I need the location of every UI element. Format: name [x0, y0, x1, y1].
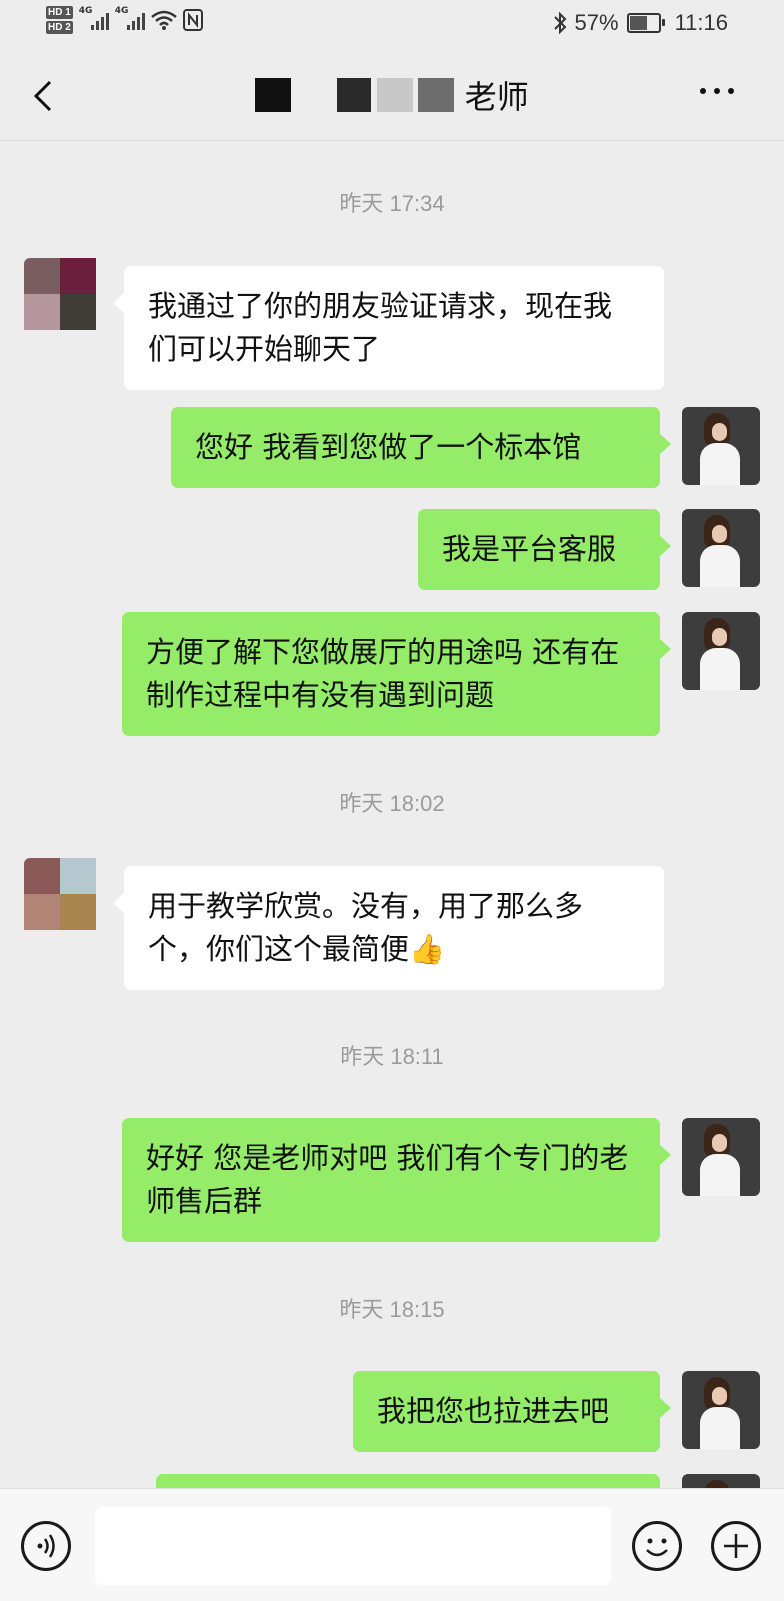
redacted-name-block	[296, 78, 332, 112]
outgoing-message[interactable]: 好好 您是老师对吧 我们有个专门的老师售后群	[122, 1118, 671, 1242]
redacted-name-block	[337, 78, 372, 112]
message-input[interactable]	[95, 1507, 611, 1585]
battery-icon	[626, 13, 665, 33]
clock: 11:16	[674, 10, 728, 35]
plus-icon[interactable]	[711, 1521, 761, 1571]
hd2-badge: HD 2	[46, 21, 73, 34]
signal-1-icon: 4G	[79, 6, 109, 30]
user-avatar[interactable]	[682, 1474, 760, 1488]
redacted-name-block	[376, 78, 413, 112]
hd-indicators: HD 1 HD 2	[46, 6, 73, 34]
outgoing-message[interactable]: 我把您也拉进去吧	[353, 1371, 671, 1452]
outgoing-message[interactable]: 您好 我看到您做了一个标本馆	[171, 407, 671, 488]
redacted-name-block	[417, 78, 454, 112]
user-avatar[interactable]	[682, 612, 760, 690]
input-bar	[0, 1488, 784, 1601]
redacted-name-block	[255, 78, 292, 112]
hd1-badge: HD 1	[46, 6, 73, 19]
contact-avatar[interactable]	[24, 858, 102, 936]
message-list[interactable]: 昨天 17:34 我通过了你的朋友验证请求，现在我们可以开始聊天了 您好 我看到…	[0, 141, 784, 1488]
timestamp: 昨天 17:34	[339, 191, 445, 216]
bluetooth-icon	[553, 11, 566, 35]
nfc-icon	[182, 9, 203, 31]
user-avatar[interactable]	[682, 1118, 760, 1196]
outgoing-message[interactable]: 方便了解下您做展厅的用途吗 还有在制作过程中有没有遇到问题	[122, 612, 671, 736]
more-dots-icon[interactable]	[700, 88, 734, 94]
chat-header: 老师	[0, 50, 784, 141]
voice-icon[interactable]	[21, 1521, 71, 1571]
incoming-message[interactable]: 用于教学欣赏。没有，用了那么多个，你们这个最简便👍	[113, 866, 664, 990]
chat-title: 老师	[0, 72, 784, 118]
emoji-icon[interactable]	[632, 1521, 682, 1571]
timestamp: 昨天 18:02	[339, 791, 445, 816]
outgoing-message[interactable]: 我是平台客服	[418, 509, 671, 590]
wifi-icon	[150, 10, 177, 30]
signal-2-icon: 4G	[115, 6, 145, 30]
user-avatar[interactable]	[682, 1371, 760, 1449]
status-right: 57% 11:16	[553, 10, 728, 36]
contact-avatar[interactable]	[24, 258, 102, 336]
outgoing-message-partial[interactable]	[156, 1474, 660, 1488]
battery-percent: 57%	[574, 10, 619, 35]
timestamp: 昨天 18:11	[340, 1044, 444, 1069]
user-avatar[interactable]	[682, 509, 760, 587]
title-suffix: 老师	[464, 78, 529, 116]
timestamp: 昨天 18:15	[339, 1297, 445, 1322]
status-bar: HD 1 HD 2 4G 4G 57% 11:16	[0, 0, 784, 50]
incoming-message[interactable]: 我通过了你的朋友验证请求，现在我们可以开始聊天了	[113, 266, 664, 390]
status-left: HD 1 HD 2 4G 4G	[46, 6, 203, 34]
user-avatar[interactable]	[682, 407, 760, 485]
